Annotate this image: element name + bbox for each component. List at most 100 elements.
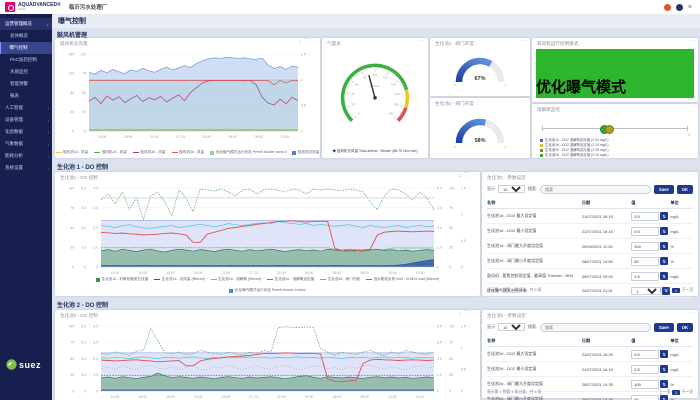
sidebar-item-11[interactable]: 气象数据› <box>0 138 52 150</box>
value-stepper[interactable]: ⇅ <box>660 395 668 400</box>
param-value-input[interactable] <box>631 227 659 236</box>
legend-item[interactable]: 生化池1# - 溶解氧设定值 <box>267 277 314 282</box>
ok-button[interactable]: OK <box>677 185 693 194</box>
next-page[interactable]: 下一页 <box>682 288 693 293</box>
user-avatar-icon[interactable] <box>676 4 683 11</box>
more-icon[interactable]: ⋯ <box>419 39 424 44</box>
more-icon[interactable]: ⋯ <box>521 39 526 44</box>
table-row: 生化池1# - 阀门最大开度设定值29/06/2021 11:26⇅% <box>487 239 693 254</box>
do-slider-track[interactable] <box>542 128 688 129</box>
legend-item[interactable]: 生化池1# - 溶解氧 (filtered) <box>211 277 261 282</box>
more-icon[interactable]: ⋯ <box>521 99 526 104</box>
svg-text:4.0: 4.0 <box>437 186 442 190</box>
current-page[interactable]: 1 <box>672 288 679 293</box>
value-stepper[interactable]: ⇅ <box>660 227 668 235</box>
panel-title: 鼓风机总风量 <box>60 41 88 47</box>
save-button[interactable]: Save <box>654 323 674 332</box>
bio1-do-chart[interactable]: 4.03.02.01.008.06.04.02.0010075502504.03… <box>59 184 476 276</box>
sidebar-item-7[interactable]: 报表 <box>0 90 52 102</box>
param-value-input[interactable] <box>631 380 659 389</box>
bio2-do-chart[interactable]: 4.03.02.01.008.06.04.02.0010075502504.03… <box>59 322 476 400</box>
sidebar-item-13[interactable]: 系统设置› <box>0 162 52 174</box>
value-stepper[interactable]: ⇅ <box>660 272 668 280</box>
legend-item[interactable]: 鼓风机3# - 风量 <box>133 150 166 155</box>
sidebar-item-6[interactable]: 智能预警 <box>0 78 52 90</box>
legend-item[interactable]: 鼓风机总风量 <box>292 150 319 155</box>
legend-marker-icon <box>94 152 100 154</box>
param-value-input[interactable] <box>631 257 659 266</box>
page-size-select[interactable]: 10 <box>498 185 525 193</box>
sidebar-item-12[interactable]: 能耗分析› <box>0 150 52 162</box>
sidebar-item-1[interactable]: 运营管理概览∨ <box>0 18 52 30</box>
more-icon[interactable]: ⋯ <box>689 39 694 44</box>
blower-airflow-chart[interactable]: 1007550250160120804001.510.5015:0018:002… <box>59 50 316 140</box>
param-value-input[interactable] <box>631 365 659 374</box>
sidebar-item-2[interactable]: 总体概览 <box>0 30 52 42</box>
ok-button[interactable]: OK <box>677 323 693 332</box>
panel-title: 气量表 <box>327 41 341 47</box>
donut-value: 58% <box>430 138 530 144</box>
panel-bio2-chart: 生化池2 - DO 控制 ⤓⛶⋯ 4.03.02.01.008.06.04.02… <box>55 310 480 400</box>
table-row: 生化池2# - DO2 最大设定值21/07/2021 16:25⇅mg/L <box>487 347 693 362</box>
param-value-input[interactable] <box>631 272 659 281</box>
svg-text:200: 200 <box>389 112 394 116</box>
param-value-select[interactable]: 1 <box>631 287 661 295</box>
alarm-badge-icon[interactable] <box>664 4 671 11</box>
menu-icon[interactable]: ≡ <box>688 4 692 11</box>
legend-item[interactable]: 优化曝气模式运行状态 Permit blower control <box>210 150 286 155</box>
svg-text:120: 120 <box>68 72 74 76</box>
download-icon[interactable]: ⤓ <box>299 39 301 44</box>
legend-item[interactable]: 优化曝气模式运行状态 Permit blower control <box>229 288 305 293</box>
more-icon[interactable]: ⋯ <box>689 105 694 110</box>
param-value-input[interactable] <box>631 212 659 221</box>
param-value-input[interactable] <box>631 350 659 359</box>
more-icon[interactable]: ⋯ <box>689 173 694 178</box>
legend-item[interactable]: 鼓风机2# - 风量 <box>94 150 127 155</box>
legend-item[interactable]: 生化池1# - 总风量 (filtered) <box>154 277 204 282</box>
download-icon[interactable]: ⤓ <box>459 311 461 316</box>
col-date: 日期 <box>582 198 631 209</box>
legend-item[interactable]: 进水氨氮负荷 Inlet - N-NH4 load (filtered) <box>366 277 439 282</box>
current-page[interactable]: 1 <box>672 390 679 395</box>
svg-text:03:00: 03:00 <box>202 135 211 139</box>
legend-item[interactable]: 生化池1# - 好氧段氨氮在线值 <box>96 277 148 282</box>
value-stepper[interactable]: ⇅ <box>660 242 668 250</box>
sidebar-item-4[interactable]: PAC加药控制 <box>0 54 52 66</box>
legend-item[interactable]: 生化池1# - 阀门开度 <box>320 277 360 282</box>
sidebar-item-5[interactable]: 水质监控 <box>0 66 52 78</box>
svg-text:4.0: 4.0 <box>81 357 86 361</box>
legend-marker-icon <box>540 149 543 152</box>
param-value-input[interactable] <box>631 242 659 251</box>
fullscreen-icon[interactable]: ⛶ <box>304 39 308 44</box>
more-icon[interactable]: ⋯ <box>311 39 316 44</box>
legend-item[interactable]: 鼓风机1# - 风量 <box>56 150 89 155</box>
value-stepper[interactable]: ⇅ <box>660 257 668 265</box>
value-stepper[interactable]: ⇅ <box>660 365 668 373</box>
save-button[interactable]: Save <box>654 185 674 194</box>
legend-item[interactable]: 鼓风机4# - 风量 <box>172 150 205 155</box>
prev-page[interactable]: 上一页 <box>659 390 670 395</box>
svg-text:50: 50 <box>82 91 86 95</box>
prev-page[interactable]: 上一页 <box>659 288 670 293</box>
more-icon[interactable]: ⋯ <box>471 311 476 316</box>
sidebar-item-8[interactable]: 人工智能› <box>0 102 52 114</box>
page-size-select[interactable]: 10 <box>498 323 525 331</box>
more-icon[interactable]: ⋯ <box>689 311 694 316</box>
value-stepper[interactable]: ⇅ <box>660 212 668 220</box>
fullscreen-icon[interactable]: ⛶ <box>464 311 468 316</box>
param-value-input[interactable] <box>631 395 659 400</box>
search-input[interactable] <box>540 185 651 194</box>
do-slider-marker-2[interactable] <box>605 125 614 134</box>
fullscreen-icon[interactable]: ⛶ <box>464 173 468 178</box>
next-page[interactable]: 下一页 <box>682 390 693 395</box>
sidebar-item-10[interactable]: 化验数据› <box>0 126 52 138</box>
value-stepper[interactable]: ⇅ <box>660 350 668 358</box>
search-input[interactable] <box>540 323 651 332</box>
slider-max-label: 5 <box>688 133 690 137</box>
more-icon[interactable]: ⋯ <box>471 173 476 178</box>
search-label: 搜索: <box>528 324 537 330</box>
sidebar-item-9[interactable]: 设备管理› <box>0 114 52 126</box>
sidebar-item-3[interactable]: 曝气控制 <box>0 42 52 54</box>
value-stepper[interactable]: ⇅ <box>660 380 668 388</box>
download-icon[interactable]: ⤓ <box>459 173 461 178</box>
